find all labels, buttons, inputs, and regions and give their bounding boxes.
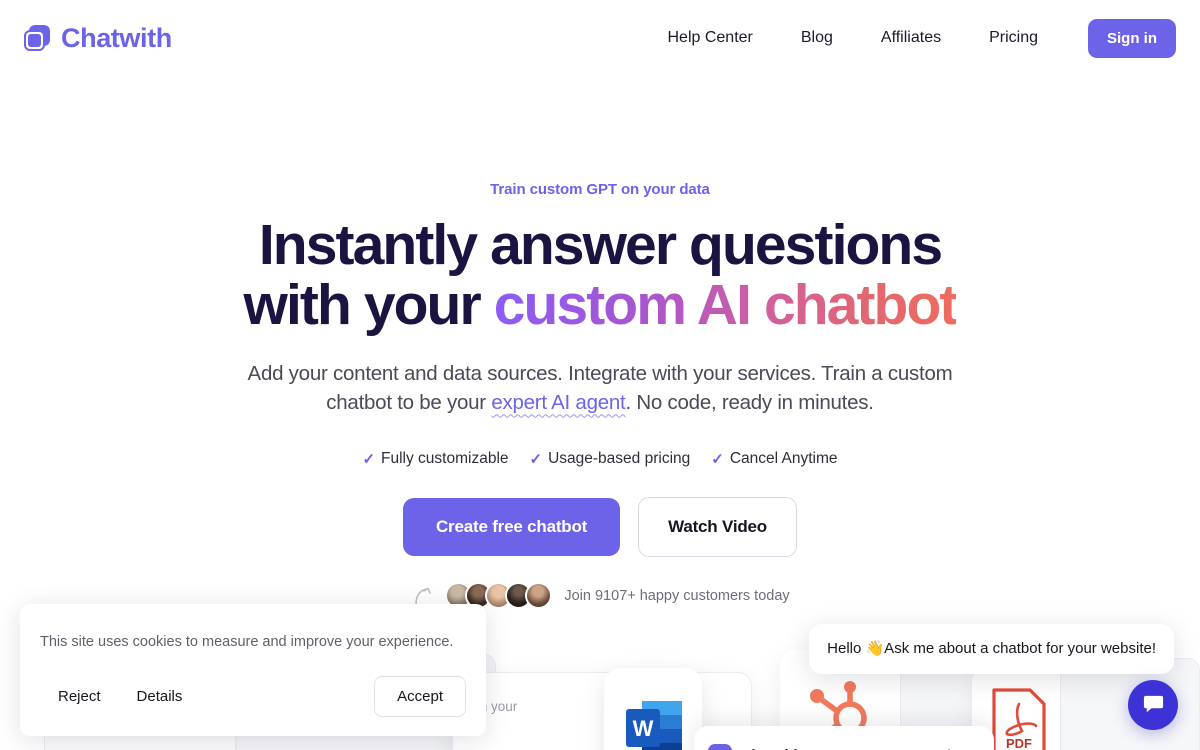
nav-item-affiliates[interactable]: Affiliates <box>857 21 965 55</box>
feature-label: Fully customizable <box>381 450 509 468</box>
watch-video-button[interactable]: Watch Video <box>638 497 797 558</box>
hero-eyebrow: Train custom GPT on your data <box>490 181 710 198</box>
main-nav: Help Center Blog Affiliates Pricing Sign… <box>644 18 1176 58</box>
cookie-details-button[interactable]: Details <box>119 679 201 714</box>
avatar <box>525 582 553 610</box>
feature-label: Usage-based pricing <box>548 450 691 468</box>
svg-text:W: W <box>633 716 654 741</box>
cookie-actions: Reject Details Accept <box>40 676 466 717</box>
feature-item-cancel: ✓ Cancel Anytime <box>711 450 837 468</box>
hero-section: Train custom GPT on your data Instantly … <box>0 76 1200 610</box>
check-icon: ✓ <box>362 451 376 469</box>
site-header: Chatwith Help Center Blog Affiliates Pri… <box>0 0 1200 76</box>
svg-text:PDF: PDF <box>1006 736 1032 750</box>
sign-in-button[interactable]: Sign in <box>1088 18 1176 58</box>
microsoft-word-icon: W <box>626 695 682 750</box>
cookie-accept-button[interactable]: Accept <box>374 676 466 717</box>
chat-launcher-button[interactable] <box>1128 680 1178 730</box>
chatwith-logo-icon <box>708 744 732 750</box>
brand-logo[interactable]: Chatwith <box>24 23 172 54</box>
page-title: Instantly answer questions with your cus… <box>0 215 1200 336</box>
cookie-reject-button[interactable]: Reject <box>40 679 119 714</box>
feature-item-pricing: ✓ Usage-based pricing <box>530 450 691 468</box>
expert-ai-agent-link[interactable]: expert AI agent <box>491 391 625 414</box>
nav-item-blog[interactable]: Blog <box>777 21 857 55</box>
check-icon: ✓ <box>711 451 724 469</box>
headline-line-1: Instantly answer questions <box>258 213 943 277</box>
feature-label: Cancel Anytime <box>729 450 838 468</box>
headline-line-2-plain: with your <box>243 273 494 338</box>
cookie-message: This site uses cookies to measure and im… <box>40 634 454 650</box>
nav-item-help-center[interactable]: Help Center <box>644 21 777 55</box>
chat-bubble-icon <box>1142 692 1165 718</box>
hero-subheading: Add your content and data sources. Integ… <box>230 360 970 417</box>
subhead-text-after: . No code, ready in minutes. <box>625 390 874 414</box>
pdf-file-icon: PDF <box>990 686 1048 750</box>
headline-line-2-gradient: custom AI chatbot <box>493 273 959 338</box>
landing-page: Chatwith Help Center Blog Affiliates Pri… <box>0 0 1200 750</box>
chat-greeting-bubble: Hello 👋Ask me about a chatbot for your w… <box>809 624 1174 674</box>
chatwith-logo-icon <box>24 25 50 51</box>
feature-item-customizable: ✓ Fully customizable <box>362 450 508 468</box>
brand-name: Chatwith <box>61 22 172 53</box>
cta-row: Create free chatbot Watch Video <box>0 497 1200 558</box>
check-icon: ✓ <box>529 451 543 469</box>
chatwith-ai-card[interactable]: Chatwith AI <box>694 726 994 750</box>
nav-item-pricing[interactable]: Pricing <box>965 21 1062 55</box>
create-free-chatbot-button[interactable]: Create free chatbot <box>402 498 621 557</box>
social-proof-text: Join 9107+ happy customers today <box>564 587 790 604</box>
word-integration-card[interactable]: W <box>604 668 702 750</box>
cookie-consent-banner: This site uses cookies to measure and im… <box>20 604 486 736</box>
feature-list: ✓ Fully customizable ✓ Usage-based prici… <box>0 450 1200 468</box>
